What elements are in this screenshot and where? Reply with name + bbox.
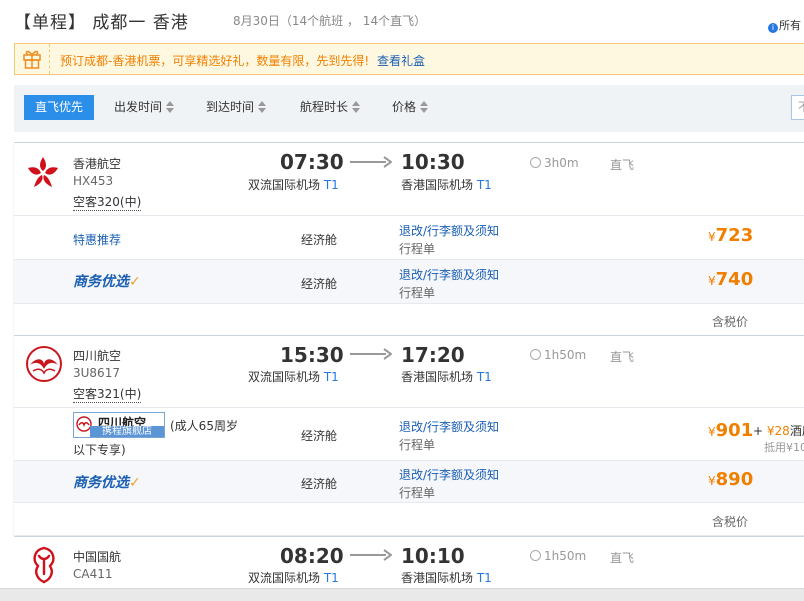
fare-row: 特惠推荐 经济舱 退改/行李额及须知 行程单 ¥723: [14, 215, 804, 260]
cabin-class: 经济舱: [301, 477, 338, 491]
flight-number: 3U8617: [73, 366, 120, 380]
fare-price: ¥740: [708, 269, 754, 290]
promo-banner: 预订成都-香港机票，可享精选好礼，数量有限，先到先得! 查看礼盒: [14, 43, 804, 75]
age-restriction-note: (成人65周岁: [170, 419, 238, 433]
info-icon: i: [768, 23, 778, 33]
route-arrow-icon: [350, 348, 392, 360]
flight-number: HX453: [73, 174, 114, 188]
cabin-class: 经济舱: [301, 277, 338, 291]
hotel-coupon-note: 抵用¥10: [764, 441, 804, 454]
fare-row: 商务优选✓ 经济舱 退改/行李额及须知 行程单 ¥740: [14, 259, 804, 304]
departure-airport: 双流国际机场 T1: [248, 178, 339, 192]
flight-duration: 1h50m: [530, 549, 586, 563]
arrival-time: 10:30: [401, 150, 465, 174]
departure-time: 07:30: [280, 150, 344, 174]
departure-time: 08:20: [280, 544, 344, 568]
itinerary-note: 行程单: [399, 242, 436, 256]
view-gift-link[interactable]: 查看礼盒: [377, 52, 425, 69]
fare-price: ¥901: [708, 420, 754, 441]
cabin-class: 经济舱: [301, 429, 338, 443]
flight-duration: 3h0m: [530, 156, 579, 170]
hotel-coupon[interactable]: + ¥28酒店: [753, 422, 804, 439]
airline-name: 香港航空: [73, 157, 122, 171]
sort-filter-box[interactable]: 不: [791, 95, 804, 120]
flight-duration: 1h50m: [530, 348, 586, 362]
horizontal-scrollbar[interactable]: [0, 588, 804, 601]
flight-date-summary: 8月30日（14个航班 ， 14个直飞）: [233, 14, 427, 28]
sort-duration[interactable]: 航程时长: [300, 95, 361, 120]
departure-time: 15:30: [280, 343, 344, 367]
air-china-logo: [33, 546, 55, 584]
arrival-time: 17:20: [401, 343, 465, 367]
clock-icon: [530, 157, 541, 168]
flight-number: CA411: [73, 567, 113, 581]
store-badge-subtitle: 携程旗舰店: [90, 426, 164, 437]
arrival-airport: 香港国际机场 T1: [401, 571, 492, 585]
promo-text: 预订成都-香港机票，可享精选好礼，数量有限，先到先得!: [60, 54, 370, 68]
itinerary-note: 行程单: [399, 486, 436, 500]
tax-included-label: 含税价: [712, 315, 749, 329]
fare-row: 商务优选✓ 经济舱 退改/行李额及须知 行程单 ¥890: [14, 460, 804, 503]
gift-icon: [15, 44, 50, 74]
flight-card: 四川航空 3U8617 空客321(中) 15:30 双流国际机场 T1 17:…: [14, 335, 804, 535]
business-select-logo: 商务优选✓: [73, 274, 141, 290]
fare-label[interactable]: 特惠推荐: [73, 231, 121, 248]
fare-row: 四川航空 携程旗舰店 (成人65周岁 以下专享) 经济舱 退改/行李额及须知 行…: [14, 407, 804, 461]
hong-kong-airlines-logo: [28, 157, 58, 187]
stop-info: 直飞: [610, 551, 635, 565]
departure-airport: 双流国际机场 T1: [248, 571, 339, 585]
airline-name: 四川航空: [73, 349, 122, 363]
cabin-class: 经济舱: [301, 233, 338, 247]
stop-info: 直飞: [610, 350, 635, 364]
refund-rules-link[interactable]: 退改/行李额及须知: [399, 266, 499, 283]
sort-departure-time[interactable]: 出发时间: [114, 95, 175, 120]
sort-price[interactable]: 价格: [392, 95, 429, 120]
departure-airport: 双流国际机场 T1: [248, 370, 339, 384]
refund-rules-link[interactable]: 退改/行李额及须知: [399, 466, 499, 483]
refund-rules-link[interactable]: 退改/行李额及须知: [399, 222, 499, 239]
sort-arrows-icon: [166, 101, 175, 113]
arrival-airport: 香港国际机场 T1: [401, 178, 492, 192]
arrival-airport: 香港国际机场 T1: [401, 370, 492, 384]
clock-icon: [530, 550, 541, 561]
tax-row: 含税价: [14, 502, 804, 536]
sort-arrows-icon: [258, 101, 267, 113]
fare-price: ¥723: [708, 225, 754, 246]
clock-icon: [530, 349, 541, 360]
aircraft-type[interactable]: 空客321(中): [73, 385, 142, 403]
itinerary-note: 行程单: [399, 286, 436, 300]
check-icon: ✓: [129, 475, 141, 491]
sort-bar: 直飞优先 出发时间 到达时间 航程时长 价格 不: [14, 85, 804, 132]
sort-arrows-icon: [352, 101, 361, 113]
page-title: 【单程】 成都一 香港: [14, 13, 189, 33]
route-arrow-icon: [350, 156, 392, 168]
refund-rules-link[interactable]: 退改/行李额及须知: [399, 418, 499, 435]
business-select-logo: 商务优选✓: [73, 475, 141, 491]
flight-card: 中国国航 CA411 08:20 双流国际机场 T1 10:10 香港国际机场 …: [14, 536, 804, 589]
sort-arrival-time[interactable]: 到达时间: [206, 95, 267, 120]
arrival-time: 10:10: [401, 544, 465, 568]
fare-price: ¥890: [708, 469, 754, 490]
tax-row: 含税价: [14, 303, 804, 336]
route-arrow-icon: [350, 549, 392, 561]
age-restriction-note-2: 以下专享): [73, 443, 126, 457]
itinerary-note: 行程单: [399, 438, 436, 452]
stop-info: 直飞: [610, 158, 635, 172]
flight-card: 香港航空 HX453 空客320(中) 07:30 双流国际机场 T1 10:3…: [14, 142, 804, 335]
sichuan-airlines-logo: [26, 346, 62, 382]
tax-included-label: 含税价: [712, 515, 749, 529]
sort-arrows-icon: [420, 101, 429, 113]
airline-name: 中国国航: [73, 550, 122, 564]
airline-store-badge[interactable]: 四川航空 携程旗舰店: [73, 412, 165, 438]
aircraft-type[interactable]: 空客320(中): [73, 193, 142, 211]
all-filter-label: 所有: [779, 19, 801, 32]
all-filter-link[interactable]: i 所有: [768, 17, 801, 33]
check-icon: ✓: [129, 274, 141, 290]
sort-direct-first-button[interactable]: 直飞优先: [24, 95, 94, 120]
